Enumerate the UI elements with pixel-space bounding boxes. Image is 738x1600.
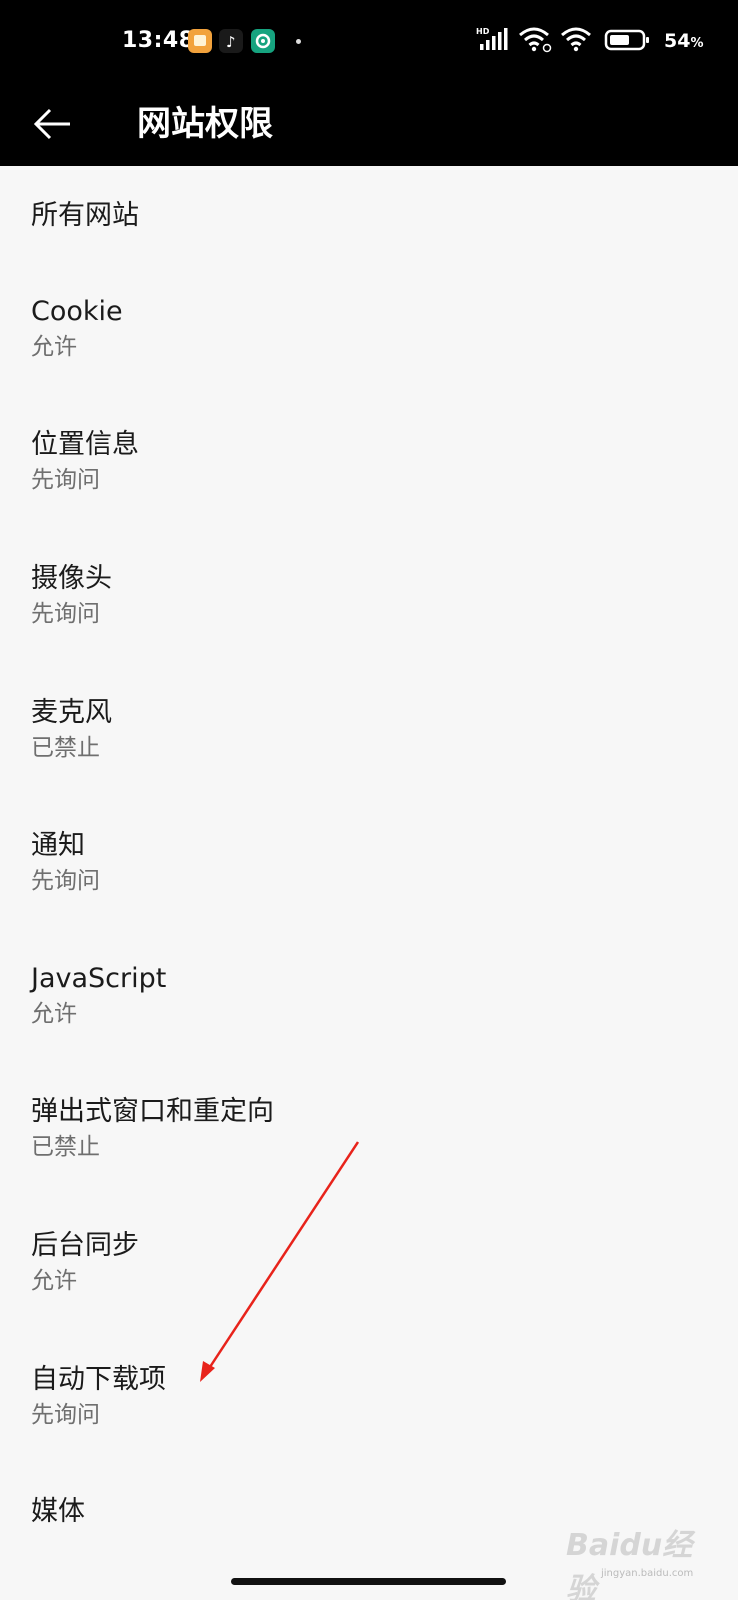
setting-label: 位置信息 — [31, 429, 139, 460]
battery-percent: 54% — [664, 30, 704, 52]
status-bar: 13:48 ♪ HD 54% — [0, 0, 738, 82]
home-indicator[interactable] — [231, 1578, 506, 1585]
setting-label: Cookie — [31, 296, 123, 327]
app-bar: 网站权限 — [0, 82, 738, 166]
status-time: 13:48 — [122, 28, 195, 53]
setting-label: 所有网站 — [31, 200, 139, 231]
baidu-watermark-url: jingyan.baidu.com — [601, 1568, 694, 1579]
setting-label: 后台同步 — [31, 1230, 139, 1261]
setting-value: 已禁止 — [31, 1134, 100, 1160]
setting-value: 先询问 — [31, 1402, 100, 1428]
setting-value: 先询问 — [31, 601, 100, 627]
setting-value: 允许 — [31, 334, 77, 360]
setting-label: 弹出式窗口和重定向 — [31, 1096, 274, 1127]
wifi-icon-2 — [561, 27, 591, 52]
tiktok-app-icon: ♪ — [219, 29, 243, 53]
baidu-watermark: Baidu经验 — [566, 1528, 693, 1600]
svg-text:♪: ♪ — [226, 33, 236, 51]
back-arrow-icon[interactable] — [30, 102, 74, 146]
cellular-signal-icon: HD — [476, 27, 508, 50]
page-title: 网站权限 — [137, 104, 273, 144]
setting-label: 自动下载项 — [31, 1364, 166, 1395]
setting-value: 允许 — [31, 1268, 77, 1294]
hd-badge: HD — [476, 27, 490, 36]
settings-app-icon — [251, 29, 275, 53]
setting-value: 先询问 — [31, 467, 100, 493]
wifi-icon — [519, 27, 552, 53]
more-notifications-dot — [296, 39, 301, 44]
battery-icon — [604, 29, 649, 51]
setting-value: 允许 — [31, 1001, 77, 1027]
notes-app-icon — [188, 29, 212, 53]
setting-label: 麦克风 — [31, 697, 112, 728]
setting-label: 摄像头 — [31, 563, 112, 594]
setting-label: 媒体 — [31, 1496, 85, 1527]
setting-value: 已禁止 — [31, 735, 100, 761]
setting-label: JavaScript — [31, 963, 167, 994]
setting-value: 先询问 — [31, 868, 100, 894]
setting-label: 通知 — [31, 830, 85, 861]
